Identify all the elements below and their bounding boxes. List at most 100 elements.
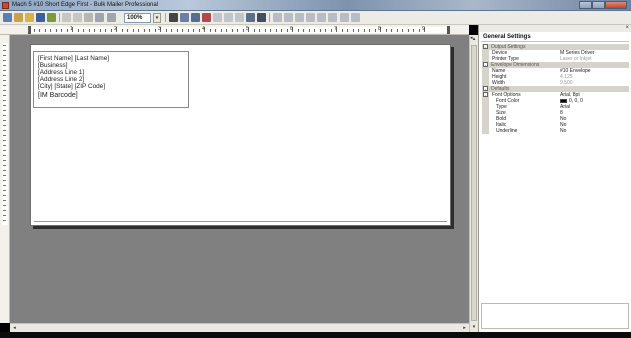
columns-icon[interactable]	[257, 13, 266, 22]
rectangle-tool-icon[interactable]	[224, 13, 233, 22]
ruler-tick	[127, 29, 128, 32]
ruler-tick	[3, 85, 6, 86]
ruler-tick	[242, 29, 244, 32]
panel-caption	[479, 25, 631, 32]
ruler-number: 6	[290, 26, 293, 32]
ruler-tick	[61, 29, 62, 32]
send-backward-icon[interactable]	[351, 13, 360, 22]
scroll-down-icon[interactable]: ▾	[470, 323, 478, 332]
ruler-tick	[253, 29, 255, 32]
ruler-tick	[303, 29, 304, 32]
design-canvas[interactable]: [First Name] [Last Name] [Business] [Add…	[10, 35, 469, 323]
taskbar-edge	[0, 332, 631, 338]
ruler-tick	[3, 195, 6, 196]
color-swatch[interactable]	[560, 98, 567, 103]
zoom-select[interactable]: 100%	[124, 13, 151, 23]
save-icon[interactable]	[36, 13, 45, 22]
property-grid[interactable]: - Output Settings Device M Series Driver Pri…	[482, 44, 629, 134]
ruler-tick	[176, 29, 178, 32]
save-as-icon[interactable]	[47, 13, 56, 22]
address-block[interactable]: [First Name] [Last Name] [Business] [Add…	[33, 51, 189, 108]
address-line-city-state-zip: [City] [State] [ZIP Code]	[38, 83, 106, 90]
scroll-left-icon[interactable]: ◂	[10, 324, 19, 332]
ruler-tick	[99, 29, 101, 32]
ruler-tick	[3, 105, 6, 106]
line-tool-icon[interactable]	[213, 13, 222, 22]
scroll-right-icon[interactable]: ▸	[460, 324, 469, 332]
ruler-tick	[3, 130, 6, 131]
open-icon[interactable]	[14, 13, 23, 22]
panel-collapse-icon[interactable]: ◂	[470, 35, 473, 41]
expand-collapse-icon[interactable]: -	[483, 44, 488, 49]
ruler-tick	[149, 29, 150, 32]
ruler-tick	[88, 29, 90, 32]
ruler-tick	[352, 29, 354, 32]
properties-panel: × General Settings - Output Settings Devic…	[478, 25, 631, 332]
ruler-tick	[215, 29, 216, 32]
envelope-page[interactable]: [First Name] [Last Name] [Business] [Add…	[30, 44, 451, 226]
copy-icon[interactable]	[73, 13, 82, 22]
ruler-tick	[3, 185, 6, 186]
ruler-tick	[374, 29, 376, 32]
ruler-tick	[3, 180, 6, 181]
align-bottom-icon[interactable]	[328, 13, 337, 22]
text-tool-icon[interactable]	[180, 13, 189, 22]
ruler-tick	[325, 29, 326, 32]
address-line-2: [Address Line 2]	[38, 76, 85, 83]
ruler-tick	[3, 190, 6, 191]
horizontal-scrollbar[interactable]: ◂ ▸	[10, 323, 469, 332]
minimize-icon[interactable]	[579, 1, 592, 9]
expand-collapse-icon[interactable]: -	[483, 92, 488, 97]
ruler-tick	[3, 215, 6, 216]
align-left-icon[interactable]	[273, 13, 282, 22]
vertical-scrollbar[interactable]: ▴ ▾	[469, 35, 478, 332]
bring-forward-icon[interactable]	[340, 13, 349, 22]
ruler-tick	[275, 29, 277, 32]
property-label: Underline	[496, 128, 518, 134]
ruler-tick	[3, 55, 6, 56]
ruler-tick	[105, 29, 106, 32]
open-folder-icon[interactable]	[25, 13, 34, 22]
grid-icon[interactable]	[95, 13, 104, 22]
app-icon[interactable]	[2, 2, 9, 9]
address-line-barcode: [IM Barcode]	[38, 92, 78, 99]
panel-close-icon[interactable]: ×	[625, 25, 629, 31]
expand-collapse-icon[interactable]: -	[483, 62, 488, 67]
ruler-number: 4	[202, 26, 205, 32]
ruler-tick	[3, 145, 6, 146]
align-top-icon[interactable]	[306, 13, 315, 22]
ruler-tick	[3, 75, 6, 76]
image-tool-icon[interactable]	[191, 13, 200, 22]
address-line-1: [Address Line 1]	[38, 69, 85, 76]
property-value[interactable]: No	[560, 128, 566, 134]
ruler-tick	[3, 120, 6, 121]
ruler-tick	[407, 29, 409, 32]
scroll-thumb[interactable]	[471, 45, 477, 321]
ruler-tick	[138, 29, 139, 32]
maximize-icon[interactable]	[592, 1, 605, 9]
align-center-icon[interactable]	[284, 13, 293, 22]
ruler-tick	[363, 29, 365, 32]
cut-icon[interactable]	[62, 13, 71, 22]
ruler-tick	[231, 29, 233, 32]
ruler-tick	[369, 29, 370, 32]
property-row[interactable]: Underline No	[482, 128, 629, 134]
ruler-tick	[3, 135, 6, 136]
ruler-tick	[33, 29, 35, 32]
close-icon[interactable]	[605, 1, 627, 9]
table-icon[interactable]	[107, 13, 116, 22]
ruler-tick	[3, 160, 6, 161]
align-right-icon[interactable]	[295, 13, 304, 22]
window-controls	[579, 1, 627, 10]
layout-icon[interactable]	[246, 13, 255, 22]
new-icon[interactable]	[3, 13, 12, 22]
expand-collapse-icon[interactable]: -	[483, 86, 488, 91]
pointer-icon[interactable]	[169, 13, 178, 22]
row-gutter	[482, 128, 489, 134]
align-middle-icon[interactable]	[317, 13, 326, 22]
ellipse-tool-icon[interactable]	[235, 13, 244, 22]
chevron-down-icon[interactable]: ▾	[153, 13, 161, 23]
ruler-right-margin-marker[interactable]	[447, 26, 450, 34]
barcode-tool-icon[interactable]	[202, 13, 211, 22]
paste-icon[interactable]	[84, 13, 93, 22]
